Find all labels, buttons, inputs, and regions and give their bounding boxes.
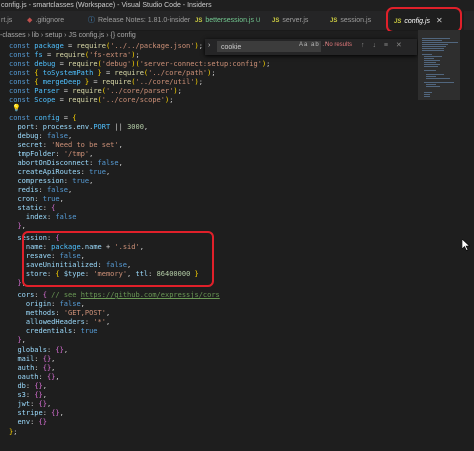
code-line: env: {}	[17, 418, 47, 426]
mouse-cursor-icon	[462, 239, 470, 251]
js-file-icon: JS	[195, 18, 203, 24]
tab-release-notes[interactable]: ⓘ Release Notes: 1.81.0-insider	[88, 11, 192, 30]
find-widget: › cookie Aa ab .* No results ↑ ↓ ≡ ✕	[205, 39, 417, 55]
tab-bettersession-js[interactable]: JS bettersession.js U	[195, 11, 267, 30]
lightbulb-icon[interactable]: 💡	[12, 104, 21, 112]
js-file-icon: JS	[272, 18, 280, 24]
info-icon: ⓘ	[88, 17, 95, 24]
tab-rt-js[interactable]: rt.js	[0, 11, 25, 30]
find-result-count: No results	[325, 42, 353, 48]
code-line: };	[9, 428, 18, 436]
window-title: config.js - smartclasses (Workspace) - V…	[1, 2, 212, 9]
code-line: const Scope = require('../core/scope');	[9, 96, 174, 104]
code-editor[interactable]: const package = require('../../package.j…	[0, 41, 418, 447]
js-file-icon: JS	[330, 18, 338, 24]
tab-server-js[interactable]: JS server.js	[272, 11, 328, 30]
tab-gitignore[interactable]: ◆ .gitignore	[27, 11, 85, 30]
git-icon: ◆	[27, 17, 33, 24]
find-nav-buttons[interactable]: ↑ ↓ ≡ ✕	[361, 41, 405, 49]
find-options[interactable]: Aa ab .*	[299, 42, 328, 48]
code-line: },	[17, 222, 26, 230]
tab-session-js[interactable]: JS session.js	[330, 11, 386, 30]
session-block-highlight-annotation	[22, 231, 214, 287]
code-line: },	[17, 336, 26, 344]
chevron-right-icon[interactable]: ›	[208, 42, 210, 49]
